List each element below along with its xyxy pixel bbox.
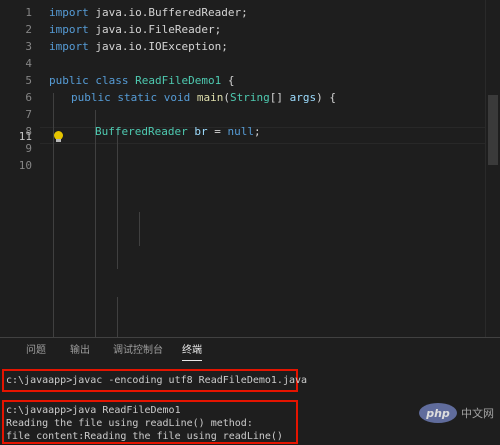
panel-tabs: 问题 输出 调试控制台 终端 xyxy=(0,338,500,363)
indent-guide xyxy=(117,297,118,337)
code-line: public static void main(String[] args) { xyxy=(71,91,336,104)
php-logo: php xyxy=(419,403,457,423)
code-area[interactable]: import java.io.BufferedReader; import ja… xyxy=(49,0,500,337)
terminal-line: c:\javaapp>javac -encoding utf8 ReadFile… xyxy=(6,375,308,386)
line-number: 7 xyxy=(25,108,32,121)
tab-problems[interactable]: 问题 xyxy=(26,344,46,357)
code-line: import java.io.IOException; xyxy=(49,40,228,53)
watermark: php 中文网 xyxy=(419,403,494,423)
watermark-text: 中文网 xyxy=(461,407,494,420)
terminal-line: Reading the file using readLine() method… xyxy=(6,418,253,429)
line-number-active: 11 xyxy=(18,130,32,143)
indent-guide xyxy=(95,110,96,337)
line-number: 4 xyxy=(25,57,32,70)
indent-guide xyxy=(53,93,54,337)
terminal-line: file content:Reading the file using read… xyxy=(6,431,283,442)
line-number: 1 xyxy=(25,6,32,19)
code-line: import java.io.BufferedReader; xyxy=(49,6,248,19)
code-line: import java.io.FileReader; xyxy=(49,23,222,36)
line-number: 2 xyxy=(25,23,32,36)
tab-debug-console[interactable]: 调试控制台 xyxy=(113,344,163,357)
code-editor[interactable]: 1 2 3 4 5 6 7 8 9 10 11 import java.io.B… xyxy=(0,0,500,337)
indent-guide xyxy=(117,127,118,269)
tab-output[interactable]: 输出 xyxy=(70,344,90,357)
line-number: 10 xyxy=(18,159,32,172)
vertical-scrollbar[interactable] xyxy=(485,0,500,337)
terminal-line: c:\javaapp>java ReadFileDemo1 xyxy=(6,405,181,416)
scrollbar-thumb[interactable] xyxy=(488,95,498,165)
code-line: BufferedReader br = null; xyxy=(95,125,261,138)
line-number: 3 xyxy=(25,40,32,53)
code-line: public class ReadFileDemo1 { xyxy=(49,74,235,87)
line-number: 5 xyxy=(25,74,32,87)
indent-guide xyxy=(139,212,140,246)
bottom-panel: 问题 输出 调试控制台 终端 c:\javaapp>javac -encodin… xyxy=(0,337,500,445)
line-number-gutter: 1 2 3 4 5 6 7 8 9 10 11 xyxy=(0,0,40,337)
line-number: 6 xyxy=(25,91,32,104)
tab-terminal[interactable]: 终端 xyxy=(182,344,202,361)
